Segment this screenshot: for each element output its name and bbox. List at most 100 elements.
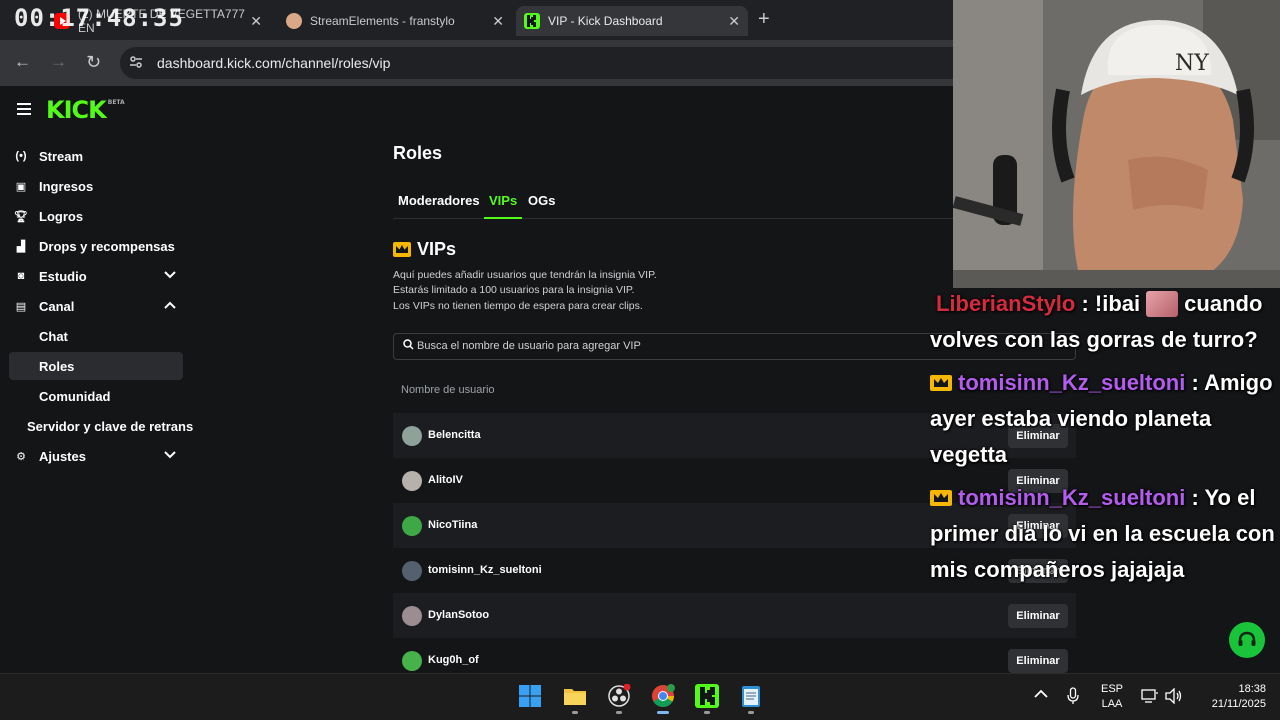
broadcast-icon: (•) <box>15 150 27 162</box>
chat-username: LiberianStylo <box>936 291 1076 316</box>
revenue-icon: ▣ <box>15 180 27 193</box>
lang-code: ESP <box>1100 683 1123 695</box>
chevron-down-icon[interactable] <box>164 448 176 462</box>
chevron-down-icon[interactable] <box>164 268 176 282</box>
avatar <box>402 561 422 581</box>
username[interactable]: tomisinn_Kz_sueltoni <box>428 564 542 576</box>
avatar <box>402 426 422 446</box>
notepad-icon[interactable] <box>739 684 763 708</box>
sidebar-item-label: Drops y recompensas <box>39 238 175 254</box>
file-explorer-icon[interactable] <box>563 684 587 708</box>
sidebar-item-label: Estudio <box>39 268 87 284</box>
channel-icon: ▤ <box>15 300 27 313</box>
kick-logo[interactable]: KICK BETA <box>46 96 125 124</box>
running-indicator <box>616 711 622 714</box>
sidebar-item-ajustes[interactable]: ⚙ Ajustes <box>14 442 86 470</box>
clock-time: 18:38 <box>1238 683 1266 695</box>
menu-icon[interactable] <box>17 103 31 118</box>
avatar <box>402 651 422 671</box>
close-tab-icon[interactable]: ✕ <box>492 13 504 30</box>
eliminar-button[interactable]: Eliminar <box>1008 649 1068 673</box>
sidebar-item-drops[interactable]: ▟ Drops y recompensas <box>14 232 175 260</box>
svg-text:NY: NY <box>1175 51 1209 76</box>
chat-message: tomisinn_Kz_sueltoni : Amigo ayer estaba… <box>930 365 1280 473</box>
sidebar-item-stream[interactable]: (•) Stream <box>14 142 83 170</box>
sidebar-item-servidor[interactable]: Servidor y clave de retrans <box>27 412 193 440</box>
site-info-icon[interactable] <box>128 54 144 75</box>
username[interactable]: DylanSotoo <box>428 609 489 621</box>
chat-username: tomisinn_Kz_sueltoni <box>958 485 1186 510</box>
sidebar-item-logros[interactable]: 🏆︎ Logros <box>14 202 83 230</box>
gift-icon: ▟ <box>16 240 26 253</box>
network-icon[interactable] <box>1141 688 1159 707</box>
table-row: DylanSotoo Eliminar <box>393 593 1076 638</box>
vip-crown-icon <box>930 481 952 506</box>
clock[interactable]: 18:38 21/11/2025 <box>1196 682 1266 712</box>
search-icon <box>403 339 414 353</box>
kick-header <box>0 86 960 136</box>
description-line: Estarás limitado a 100 usuarios para la … <box>393 284 635 296</box>
sidebar-item-label: Logros <box>39 208 84 224</box>
tab-ogs[interactable]: OGs <box>528 193 555 208</box>
sidebar-item-label: Servidor y clave de retrans <box>27 418 194 434</box>
chevron-up-icon[interactable] <box>1034 686 1048 702</box>
sidebar-item-roles[interactable]: Roles <box>39 352 74 380</box>
running-indicator <box>572 711 578 714</box>
chat-username: tomisinn_Kz_sueltoni <box>958 370 1186 395</box>
tab-vips[interactable]: VIPs <box>489 193 517 208</box>
kick-app-icon[interactable] <box>695 684 719 708</box>
sidebar-item-ingresos[interactable]: ▣ Ingresos <box>14 172 93 200</box>
emote-icon <box>1146 291 1179 317</box>
sidebar-item-label: Canal <box>39 298 75 314</box>
page-title: Roles <box>393 143 443 163</box>
sidebar-item-label: Ingresos <box>39 178 94 194</box>
reload-icon[interactable]: ↻ <box>86 52 101 73</box>
close-tab-icon[interactable]: ✕ <box>728 13 740 30</box>
keyboard-layout: LAA <box>1101 698 1123 710</box>
new-tab-icon[interactable]: + <box>758 8 770 31</box>
username[interactable]: NicoTiina <box>428 519 477 531</box>
logo-text: KICK <box>46 96 107 124</box>
chat-message: LiberianStylo : !ibai cuando volves con l… <box>930 286 1280 358</box>
tab-kick-vip[interactable]: VIP - Kick Dashboard ✕ <box>516 6 748 36</box>
active-indicator <box>657 711 669 714</box>
sidebar-item-estudio[interactable]: ◙ Estudio <box>14 262 87 290</box>
back-arrow-icon[interactable]: ← <box>14 52 31 72</box>
username[interactable]: AlitoIV <box>428 474 463 486</box>
chevron-up-icon[interactable] <box>164 298 176 312</box>
volume-icon[interactable] <box>1165 687 1183 707</box>
sidebar-item-canal[interactable]: ▤ Canal <box>14 292 75 320</box>
chat-message: tomisinn_Kz_sueltoni : Yo el primer dia … <box>930 480 1280 588</box>
avatar <box>402 606 422 626</box>
gear-icon: ⚙ <box>16 450 26 463</box>
sidebar-item-label: Chat <box>39 328 68 344</box>
eliminar-button[interactable]: Eliminar <box>1008 604 1068 628</box>
support-chat-button[interactable] <box>1229 622 1265 658</box>
windows-start-icon[interactable] <box>518 684 542 708</box>
username[interactable]: Belencitta <box>428 429 481 441</box>
username[interactable]: Kug0h_of <box>428 654 479 666</box>
chat-text: !ibai <box>1094 291 1141 316</box>
taskbar <box>0 673 1280 720</box>
forward-arrow-icon[interactable]: → <box>50 52 67 72</box>
logo-badge: BETA <box>107 99 125 106</box>
sidebar-item-label: Comunidad <box>39 388 111 404</box>
language-indicator[interactable]: ESP LAA <box>1098 682 1126 712</box>
tabs-divider <box>393 218 953 219</box>
search-input[interactable] <box>417 338 917 354</box>
close-tab-icon[interactable]: ✕ <box>250 13 262 30</box>
sidebar-item-chat[interactable]: Chat <box>39 322 68 350</box>
tab-streamelements[interactable]: StreamElements - franstylo ✕ <box>278 6 512 36</box>
active-nav-highlight <box>9 352 183 380</box>
chat-separator: : <box>1185 485 1205 510</box>
obs-icon[interactable] <box>607 683 631 708</box>
chrome-icon[interactable] <box>651 684 675 708</box>
microphone-icon[interactable] <box>1067 687 1079 708</box>
avatar <box>402 471 422 491</box>
stream-timer-overlay: 00:17:48:35 <box>14 4 184 32</box>
kick-icon <box>524 13 540 29</box>
url-text[interactable]: dashboard.kick.com/channel/roles/vip <box>157 55 390 71</box>
tab-moderadores[interactable]: Moderadores <box>398 193 480 208</box>
sidebar-item-comunidad[interactable]: Comunidad <box>39 382 111 410</box>
running-indicator <box>748 711 754 714</box>
